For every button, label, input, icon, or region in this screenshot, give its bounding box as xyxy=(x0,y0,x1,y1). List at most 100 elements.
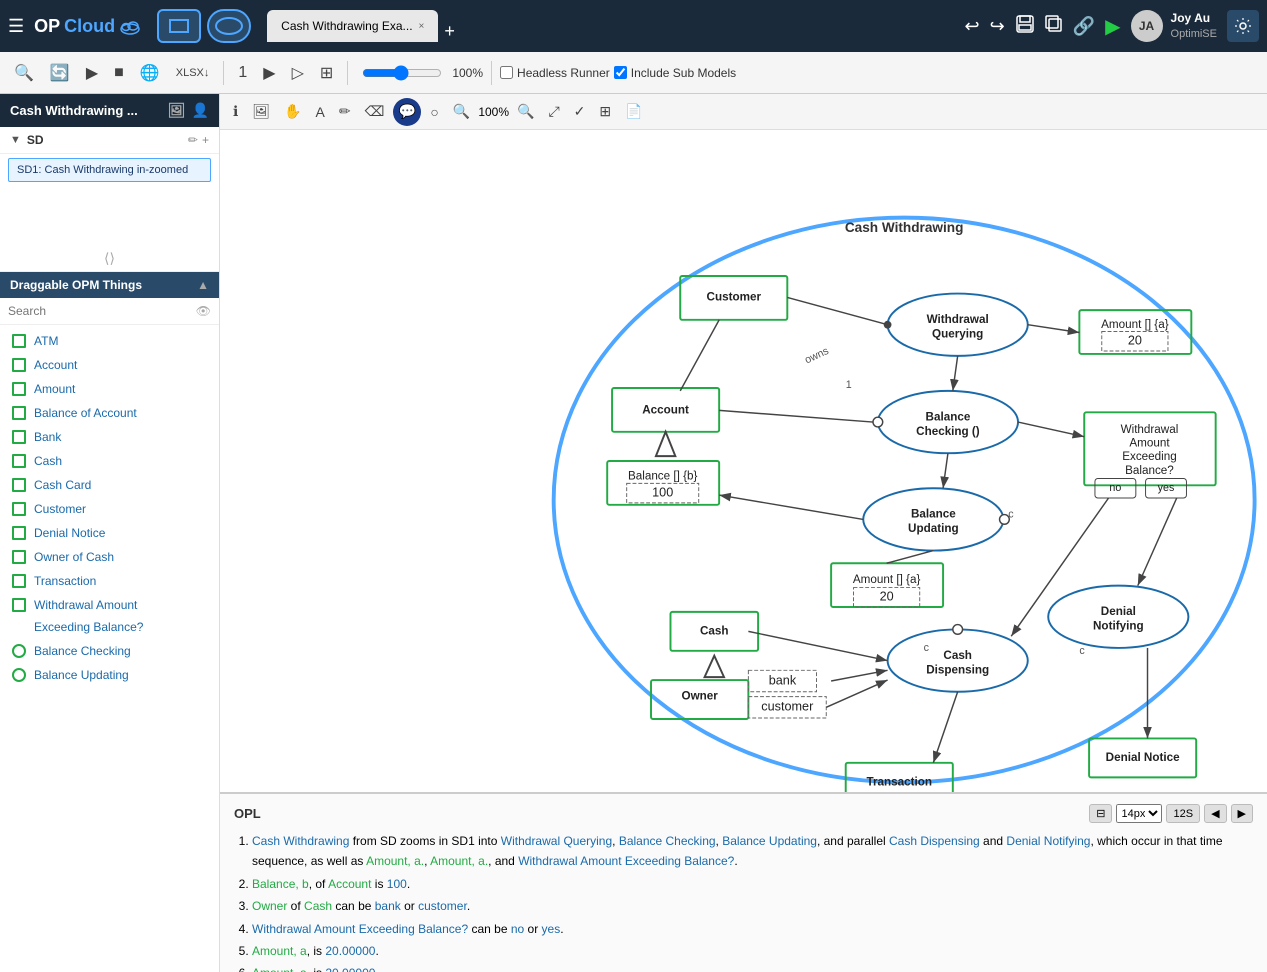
list-item-account[interactable]: Account xyxy=(0,353,219,377)
collapse-handle[interactable]: ⟨⟩ xyxy=(0,246,219,272)
opl-next-btn[interactable]: ▶ xyxy=(1231,804,1253,823)
opl-line-2: Balance, b, of Account is 100. xyxy=(252,874,1253,894)
list-item-denial-notice[interactable]: Denial Notice xyxy=(0,521,219,545)
arrow-wq-amount xyxy=(1028,325,1080,333)
refresh-button[interactable]: 🔄 xyxy=(44,59,76,87)
opl-font-size-select[interactable]: 14px 12px 16px xyxy=(1116,804,1162,823)
opl-12s-btn[interactable]: 12S xyxy=(1166,804,1200,823)
copy-button[interactable] xyxy=(1045,15,1063,38)
list-item-balance-updating[interactable]: Balance Updating xyxy=(0,663,219,687)
undo-button[interactable]: ↩ xyxy=(965,16,980,37)
list-item-atm[interactable]: ATM xyxy=(0,329,219,353)
sd-item-1[interactable]: SD1: Cash Withdrawing in-zoomed xyxy=(8,158,211,182)
user-icon[interactable]: 👤 xyxy=(192,102,209,119)
opl-tools: ⊟ 14px 12px 16px 12S ◀ ▶ xyxy=(1089,804,1253,823)
user-name: Joy Au xyxy=(1171,11,1217,27)
drag-collapse-icon[interactable]: ▲ xyxy=(197,278,209,292)
logo-cloud-icon xyxy=(119,17,141,35)
menu-icon[interactable]: ☰ xyxy=(8,16,24,37)
list-item-owner-of-cash[interactable]: Owner of Cash xyxy=(0,545,219,569)
doc-btn[interactable]: 📄 xyxy=(620,100,647,123)
xlsx-button[interactable]: XLSX↓ xyxy=(170,63,216,83)
play-button[interactable]: ▶ xyxy=(80,59,104,87)
circle-btn[interactable]: ○ xyxy=(425,101,443,123)
grid-btn[interactable]: ⊞ xyxy=(594,100,616,123)
arrow-customer-account xyxy=(680,320,719,391)
check-btn[interactable]: ✓ xyxy=(569,100,591,123)
settings-button[interactable] xyxy=(1227,10,1259,42)
separator-2 xyxy=(347,61,348,85)
zoom-in-btn[interactable]: 🔍 xyxy=(448,100,475,123)
new-tab-button[interactable]: + xyxy=(438,21,461,42)
include-sub-models-label[interactable]: Include Sub Models xyxy=(614,66,736,80)
headless-runner-label[interactable]: Headless Runner xyxy=(500,66,610,80)
image-btn[interactable]: 🖼 xyxy=(247,100,275,123)
bu-text2: Updating xyxy=(908,522,959,535)
opl-prev-btn[interactable]: ◀ xyxy=(1204,804,1226,823)
number-button[interactable]: 1 xyxy=(232,60,253,86)
balance-checking-icon xyxy=(12,644,26,658)
headless-runner-checkbox[interactable] xyxy=(500,66,513,79)
opl-shrink-btn[interactable]: ⊟ xyxy=(1089,804,1112,823)
arrow-cash-cd xyxy=(748,631,887,660)
eraser-btn[interactable]: ⌫ xyxy=(360,100,390,123)
opl-line-3: Owner of Cash can be bank or customer. xyxy=(252,896,1253,916)
diagram-svg: Cash Withdrawing Customer Account Balanc… xyxy=(220,130,1267,792)
amount-bottom-val: 20 xyxy=(880,590,894,604)
separator-1 xyxy=(223,61,224,85)
list-item-bank[interactable]: Bank xyxy=(0,425,219,449)
list-item-cash-card[interactable]: Cash Card xyxy=(0,473,219,497)
stop-button[interactable]: ■ xyxy=(108,60,130,86)
fit-btn[interactable]: ⤢ xyxy=(543,100,564,123)
save-button[interactable] xyxy=(1015,15,1035,38)
run2-button[interactable]: ▶ xyxy=(257,59,281,87)
run-button[interactable]: ▶ xyxy=(1105,14,1120,39)
hand-btn[interactable]: ✋ xyxy=(279,100,306,123)
list-item-balance-of-account[interactable]: Balance of Account xyxy=(0,401,219,425)
waeb-text4: Balance? xyxy=(1125,464,1174,477)
oval-icon xyxy=(213,15,245,37)
analysis-button[interactable]: 🔍 xyxy=(8,59,40,87)
zoom-slider[interactable] xyxy=(362,65,442,81)
list-item-balance-checking[interactable]: Balance Checking xyxy=(0,639,219,663)
sd-add-icon[interactable]: + xyxy=(202,133,209,147)
tab-close-button[interactable]: × xyxy=(419,21,425,32)
user-org: OptimiSE xyxy=(1171,27,1217,41)
speech-bubble-btn[interactable]: 💬 xyxy=(393,98,421,126)
small-circle-bc xyxy=(873,417,883,427)
redo-button[interactable]: ↪ xyxy=(990,16,1005,37)
list-item-cash[interactable]: Cash xyxy=(0,449,219,473)
include-sub-models-checkbox[interactable] xyxy=(614,66,627,79)
search-input[interactable] xyxy=(8,304,190,318)
amount-icon xyxy=(12,382,26,396)
cash-card-label: Cash Card xyxy=(34,478,91,492)
grid-button[interactable]: ⊞ xyxy=(314,59,339,87)
no-label: no xyxy=(1109,482,1121,494)
tab-cash-withdrawing[interactable]: Cash Withdrawing Exa... × xyxy=(267,10,438,42)
arrow-cd-transaction xyxy=(933,692,957,763)
waeb-text2: Amount xyxy=(1129,437,1170,450)
diagram[interactable]: Cash Withdrawing Customer Account Balanc… xyxy=(220,130,1267,792)
balance-updating-label: Balance Updating xyxy=(34,668,129,682)
bu-text1: Balance xyxy=(911,508,956,521)
list-item-amount[interactable]: Amount xyxy=(0,377,219,401)
list-item-withdrawal-amount[interactable]: Withdrawal Amount Exceeding Balance? xyxy=(0,593,219,639)
list-item-transaction[interactable]: Transaction xyxy=(0,569,219,593)
text-btn[interactable]: A xyxy=(311,101,330,123)
wq-text2: Querying xyxy=(932,328,983,341)
triangle-1 xyxy=(656,432,675,456)
image-icon[interactable]: 🖼 xyxy=(168,102,186,119)
visibility-icon[interactable]: 👁 xyxy=(196,304,211,318)
zoom-out-btn[interactable]: 🔍 xyxy=(512,100,539,123)
rect-icon xyxy=(168,18,190,34)
info-button[interactable]: ℹ xyxy=(228,100,243,123)
rectangle-tool-button[interactable] xyxy=(157,9,201,43)
link-button[interactable]: 🔗 xyxy=(1073,16,1095,37)
sd-edit-icon[interactable]: ✏ xyxy=(188,133,198,147)
pen-btn[interactable]: ✏ xyxy=(334,100,356,123)
sidebar-title: Cash Withdrawing ... xyxy=(10,103,138,118)
globe-button[interactable]: 🌐 xyxy=(134,59,166,87)
triangle-play-button[interactable]: ▷ xyxy=(286,59,310,87)
oval-tool-button[interactable] xyxy=(207,9,251,43)
list-item-customer[interactable]: Customer xyxy=(0,497,219,521)
